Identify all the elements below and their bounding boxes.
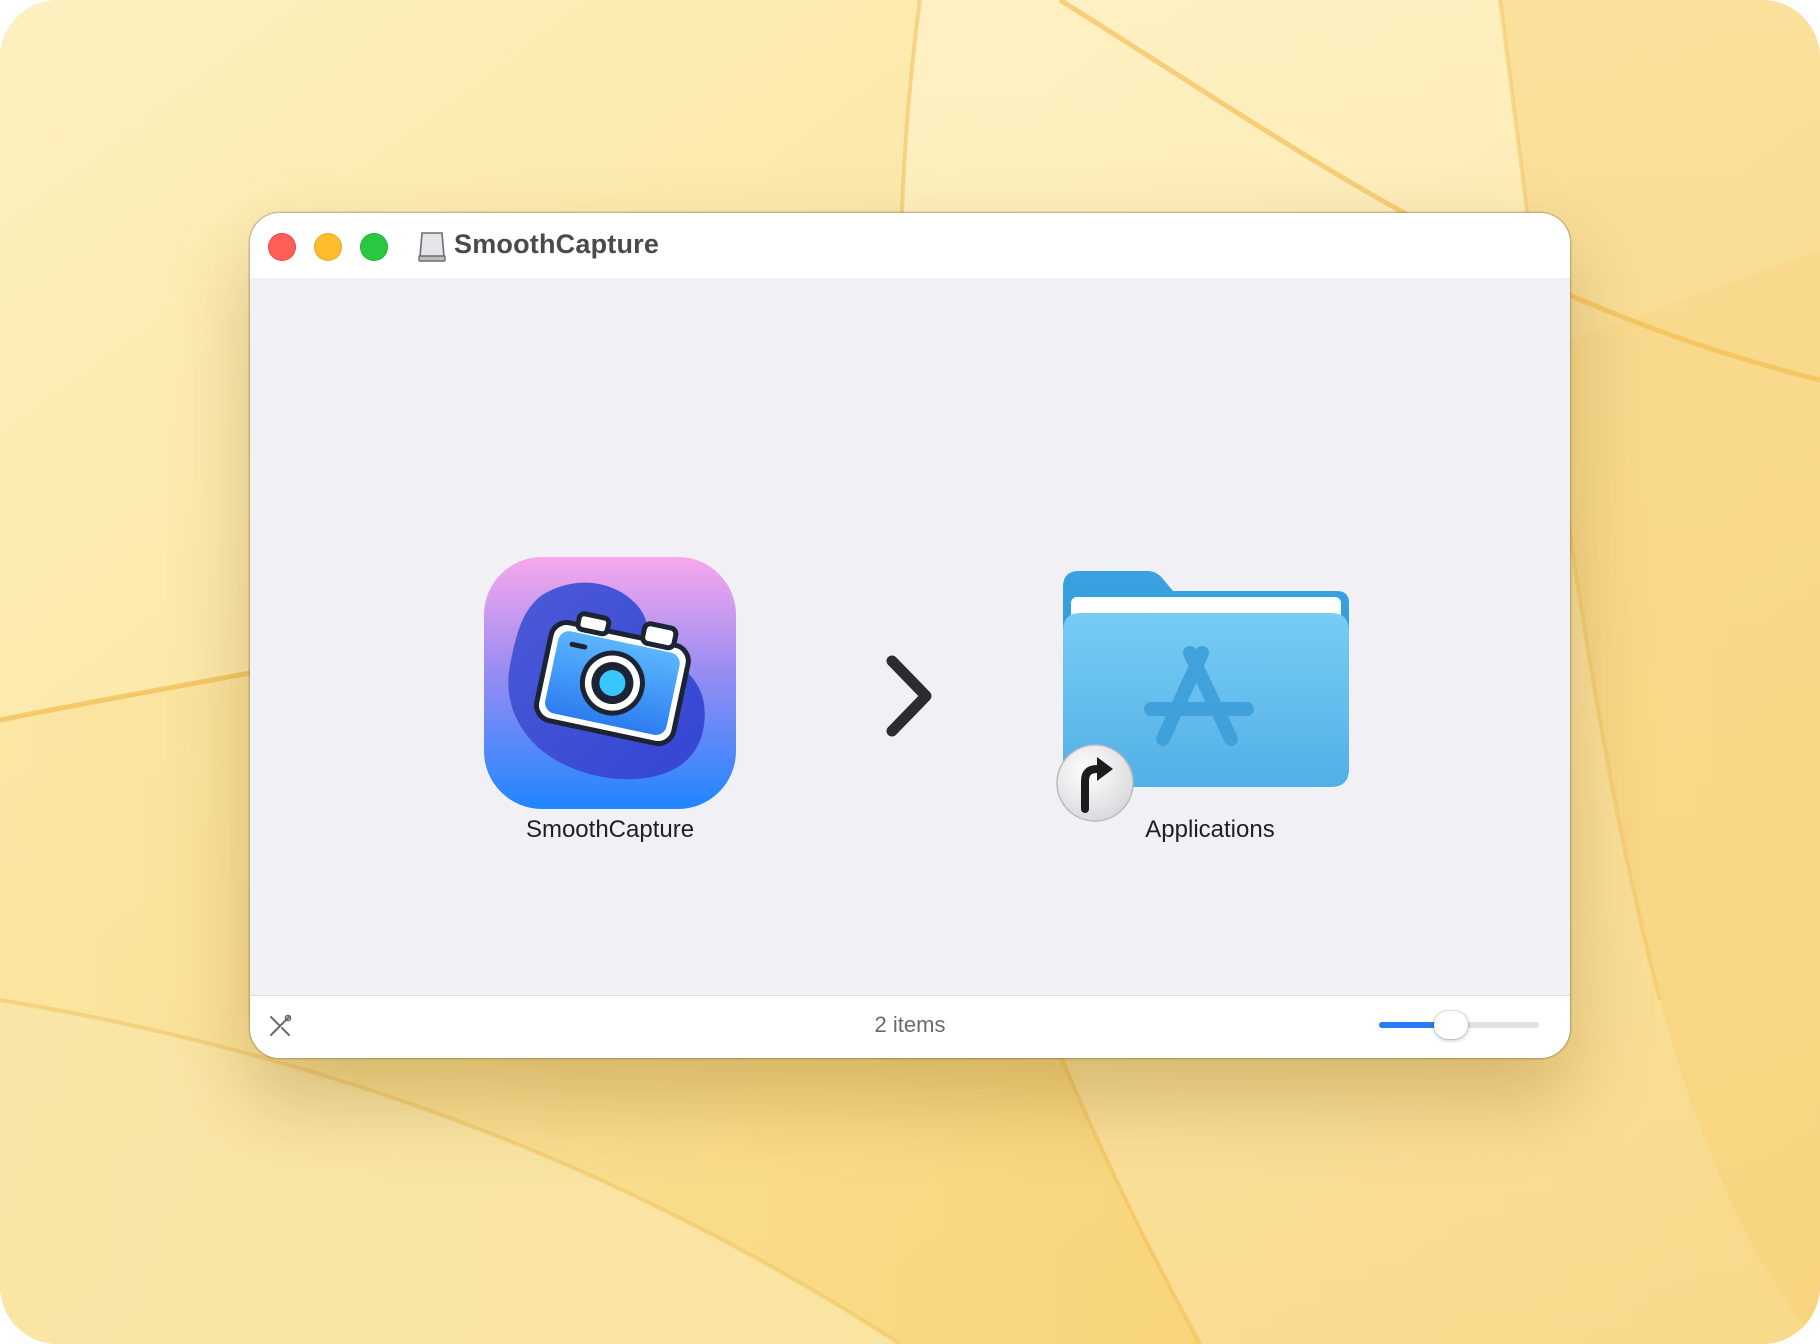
- icon-size-slider[interactable]: [1379, 1011, 1539, 1039]
- smoothcapture-app-item[interactable]: [482, 555, 738, 811]
- slider-knob[interactable]: [1434, 1011, 1468, 1039]
- desktop-wallpaper: SmoothCapture SmoothCapture Applications…: [0, 0, 1820, 1344]
- applications-folder-item[interactable]: [1055, 561, 1355, 831]
- applications-folder-icon: [1056, 571, 1349, 822]
- close-button[interactable]: [268, 233, 296, 261]
- zoom-button[interactable]: [360, 233, 388, 261]
- minimize-button[interactable]: [314, 233, 342, 261]
- status-bar: 2 items: [250, 995, 1570, 1058]
- finder-window: SmoothCapture SmoothCapture Applications…: [250, 213, 1570, 1058]
- disk-image-icon: [418, 232, 446, 262]
- items-count: 2 items: [874, 1012, 946, 1037]
- chevron-right-icon: [886, 655, 932, 737]
- window-title: SmoothCapture: [454, 229, 660, 259]
- smoothcapture-label: SmoothCapture: [525, 816, 695, 843]
- applications-label: Applications: [1145, 816, 1275, 843]
- title-bar[interactable]: SmoothCapture: [250, 213, 1570, 278]
- camera-app-icon: [484, 557, 736, 809]
- window-content: SmoothCapture Applications: [250, 278, 1570, 996]
